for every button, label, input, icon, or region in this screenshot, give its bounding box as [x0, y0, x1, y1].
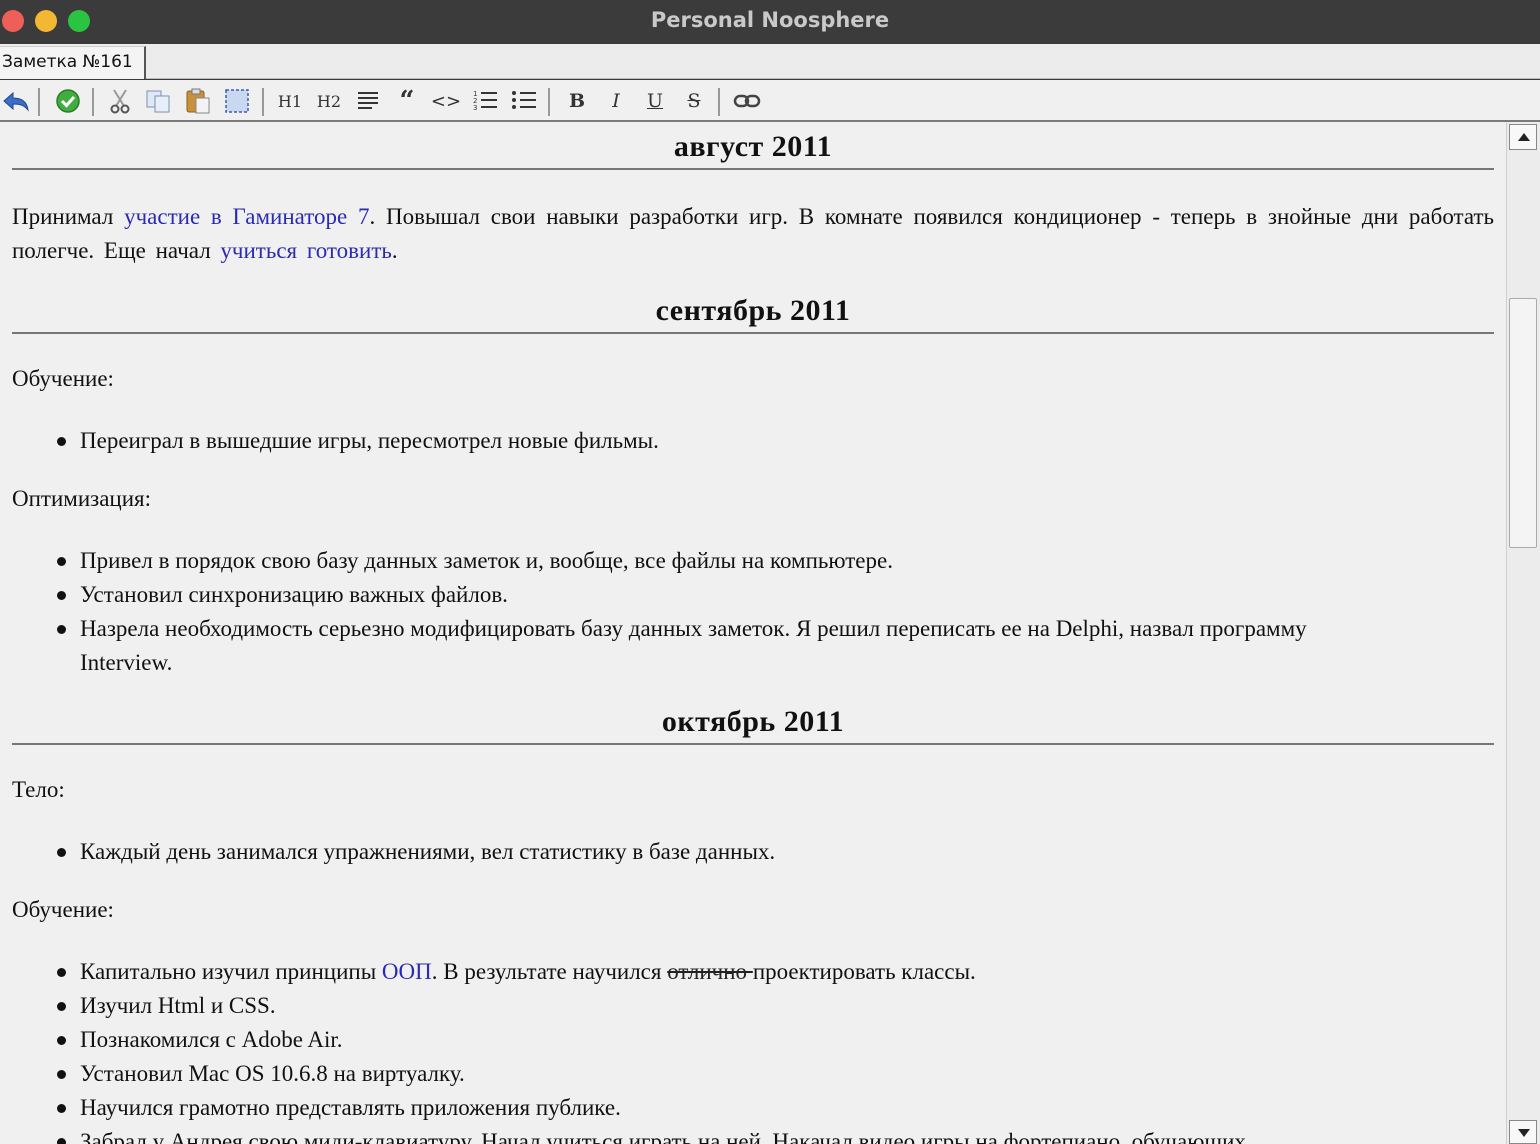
code-button[interactable]: <>: [430, 86, 462, 116]
cut-icon[interactable]: [104, 86, 136, 116]
list-item: Познакомился с Adobe Air.: [57, 1023, 1480, 1057]
numbered-list-icon[interactable]: 123: [469, 86, 501, 116]
list-item: Переиграл в вышедшие игры, пересмотрел н…: [57, 424, 1480, 458]
scroll-up-button[interactable]: [1509, 124, 1537, 150]
section-label: Обучение:: [12, 897, 114, 922]
list-item: Капитально изучил принципы ООП. В резуль…: [57, 955, 1480, 989]
toolbar-separator: [262, 88, 264, 116]
list-item: Установил синхронизацию важных файлов.: [57, 578, 1480, 612]
list-item: Каждый день занимался упражнениями, вел …: [57, 835, 1480, 869]
text-span: Принимал: [12, 204, 125, 229]
heading-september-2011: сентябрь 2011: [12, 294, 1494, 334]
text-span: Капитально изучил принципы: [80, 959, 382, 984]
svg-text:3: 3: [473, 104, 477, 112]
link-oop[interactable]: ООП: [382, 959, 432, 984]
link-learn-to-cook[interactable]: учиться готовить: [220, 238, 391, 263]
align-justify-icon[interactable]: [352, 86, 384, 116]
paste-icon[interactable]: [182, 86, 214, 116]
italic-button[interactable]: I: [600, 86, 632, 116]
blockquote-button[interactable]: “: [391, 86, 423, 116]
toolbar-separator: [38, 88, 40, 116]
note-content[interactable]: август 2011 Принимал участие в Гаминатор…: [0, 122, 1506, 1144]
august-paragraph: Принимал участие в Гаминаторе 7. Повышал…: [12, 200, 1494, 268]
strikethrough-button[interactable]: S: [678, 86, 710, 116]
editor-toolbar: H1 H2 “ <> 123 B I U S: [0, 80, 1540, 122]
tab-note-161[interactable]: Заметка №161: [0, 46, 146, 79]
vertical-scrollbar[interactable]: [1506, 122, 1540, 1144]
section-label: Тело:: [12, 777, 65, 802]
toolbar-separator: [548, 88, 550, 116]
heading2-button[interactable]: H2: [313, 86, 345, 116]
heading-october-2011: октябрь 2011: [12, 705, 1494, 745]
tab-bar: Заметка №161: [0, 44, 1540, 79]
bulleted-list-icon[interactable]: [508, 86, 540, 116]
text-span: .: [391, 238, 398, 263]
toolbar-separator: [92, 88, 94, 116]
save-check-icon[interactable]: [52, 86, 84, 116]
undo-icon[interactable]: [0, 86, 32, 116]
section-label: Обучение:: [12, 366, 114, 391]
heading-august-2011: август 2011: [12, 130, 1494, 170]
heading1-button[interactable]: H1: [274, 86, 306, 116]
window-title: Personal Noosphere: [650, 8, 890, 32]
list-item: Изучил Html и CSS.: [57, 989, 1480, 1023]
list-item: Забрал у Андрея свою миди-клавиатуру. На…: [57, 1125, 1480, 1144]
list-item: Установил Mac OS 10.6.8 на виртуалку.: [57, 1057, 1480, 1091]
link-icon[interactable]: [731, 86, 763, 116]
underline-button[interactable]: U: [639, 86, 671, 116]
text-span: . В результате научился: [431, 959, 668, 984]
copy-icon[interactable]: [142, 86, 174, 116]
toolbar-separator: [718, 88, 720, 116]
list-item: Назрела необходимость серьезно модифицир…: [57, 612, 1390, 680]
scroll-thumb[interactable]: [1509, 298, 1537, 548]
bold-button[interactable]: B: [561, 86, 593, 116]
list-item: Научился грамотно представлять приложени…: [57, 1091, 1480, 1125]
link-gaminator-7[interactable]: участие в Гаминаторе 7: [124, 204, 369, 229]
select-all-icon[interactable]: [221, 86, 253, 116]
text-span: проектировать классы.: [752, 959, 976, 984]
section-label: Оптимизация:: [12, 486, 152, 511]
title-bar: Personal Noosphere: [0, 0, 1540, 44]
list-item: Привел в порядок свою базу данных замето…: [57, 544, 1480, 578]
scroll-down-button[interactable]: [1509, 1120, 1537, 1144]
strikethrough-text: отлично: [667, 959, 753, 984]
